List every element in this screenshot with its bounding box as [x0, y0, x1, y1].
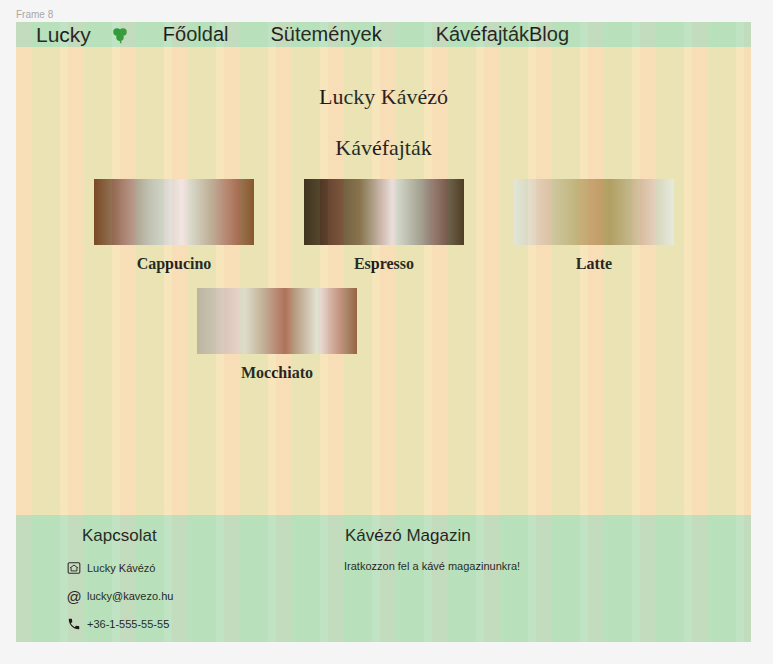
section-title: Kávéfajták — [335, 135, 432, 161]
contact-text: lucky@kavezo.hu — [87, 590, 173, 602]
coffee-card[interactable]: Espresso — [304, 179, 464, 274]
coffee-caption: Cappucino — [137, 254, 212, 274]
contact-item: @ lucky@kavezo.hu — [66, 588, 316, 604]
contact-section: Kapcsolat Lucky Kávézó @ lucky@kavezo.hu +36… — [66, 515, 316, 642]
coffee-photo — [94, 179, 254, 245]
phone-icon — [66, 616, 82, 632]
phone-icon — [67, 617, 81, 631]
contact-title: Kapcsolat — [82, 526, 316, 546]
home-icon — [66, 560, 82, 576]
at-glyph: @ — [66, 588, 81, 605]
clover-icon — [111, 26, 129, 44]
nav-bar: Lucky Főoldal Sütemények KávéfajtákBlog — [16, 22, 751, 47]
coffee-list: Cappucino Espresso Latte Mocchiato — [16, 179, 751, 383]
magazine-text[interactable]: Iratkozzon fel a kávé magazinunkra! — [344, 559, 520, 573]
coffee-caption: Latte — [576, 254, 612, 274]
magazine-title: Kávézó Magazin — [345, 526, 520, 546]
footer: Kapcsolat Lucky Kávézó @ lucky@kavezo.hu +36… — [16, 515, 751, 642]
coffee-card[interactable]: Cappucino — [94, 179, 254, 274]
coffee-caption: Espresso — [354, 254, 414, 274]
main-content: Lucky Kávézó Kávéfajták Cappucino Espresso L… — [16, 47, 751, 515]
coffee-card[interactable]: Mocchiato — [197, 288, 357, 383]
page-frame: LuckyFőoldalSüteményekKávéfajtákBlogLuck… — [16, 22, 751, 642]
coffee-card[interactable]: Latte — [514, 179, 674, 274]
nav-item[interactable]: Sütemények — [270, 23, 381, 46]
home-icon — [67, 561, 81, 575]
frame-label: Frame 8 — [0, 0, 773, 22]
layout-grid — [16, 22, 751, 642]
coffee-row: Mocchiato — [16, 288, 751, 383]
at-icon: @ — [66, 588, 82, 604]
coffee-caption: Mocchiato — [241, 363, 313, 383]
coffee-photo — [304, 179, 464, 245]
contact-text: Lucky Kávézó — [87, 562, 155, 574]
coffee-photo — [197, 288, 357, 354]
magazine-section: Kávézó Magazin Iratkozzon fel a kávé maga… — [329, 515, 520, 642]
brand-logo[interactable]: Lucky — [36, 23, 91, 47]
contact-text: +36-1-555-55-55 — [87, 618, 169, 630]
nav-item[interactable]: Kávéfajták — [436, 23, 529, 46]
coffee-row: Cappucino Espresso Latte — [16, 179, 751, 274]
contact-item: Lucky Kávézó — [66, 560, 316, 576]
contact-item: +36-1-555-55-55 — [66, 616, 316, 632]
coffee-photo — [514, 179, 674, 245]
nav-item[interactable]: Főoldal — [163, 23, 229, 46]
nav-item[interactable]: Blog — [529, 23, 569, 46]
page-title: Lucky Kávézó — [319, 84, 448, 110]
